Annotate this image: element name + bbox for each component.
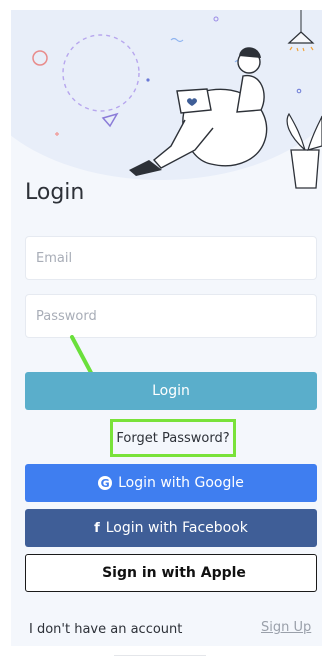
login-screen: Login Email Password Login Forget Passwo…: [11, 10, 322, 646]
home-indicator: [114, 655, 206, 656]
google-login-button[interactable]: G Login with Google: [25, 464, 317, 502]
status-bar: [0, 0, 322, 10]
login-button-label: Login: [152, 383, 190, 399]
facebook-login-button[interactable]: f Login with Facebook: [25, 509, 317, 547]
facebook-icon: f: [94, 520, 100, 536]
hero-illustration: [11, 10, 322, 195]
login-button[interactable]: Login: [25, 372, 317, 410]
google-icon: G: [98, 476, 113, 490]
google-button-label: Login with Google: [118, 475, 244, 491]
signup-link[interactable]: Sign Up: [261, 620, 311, 635]
facebook-button-label: Login with Facebook: [105, 520, 248, 536]
page-title: Login: [25, 180, 85, 205]
no-account-text: I don't have an account: [29, 622, 183, 637]
email-field[interactable]: Email: [25, 236, 317, 280]
apple-button-label: Sign in with Apple: [102, 565, 246, 581]
forget-password-link[interactable]: Forget Password?: [110, 419, 236, 457]
password-field[interactable]: Password: [25, 294, 317, 338]
forget-password-label: Forget Password?: [116, 430, 230, 446]
person-with-laptop-illustration: [32, 10, 322, 189]
apple-signin-button[interactable]: Sign in with Apple: [25, 554, 317, 592]
